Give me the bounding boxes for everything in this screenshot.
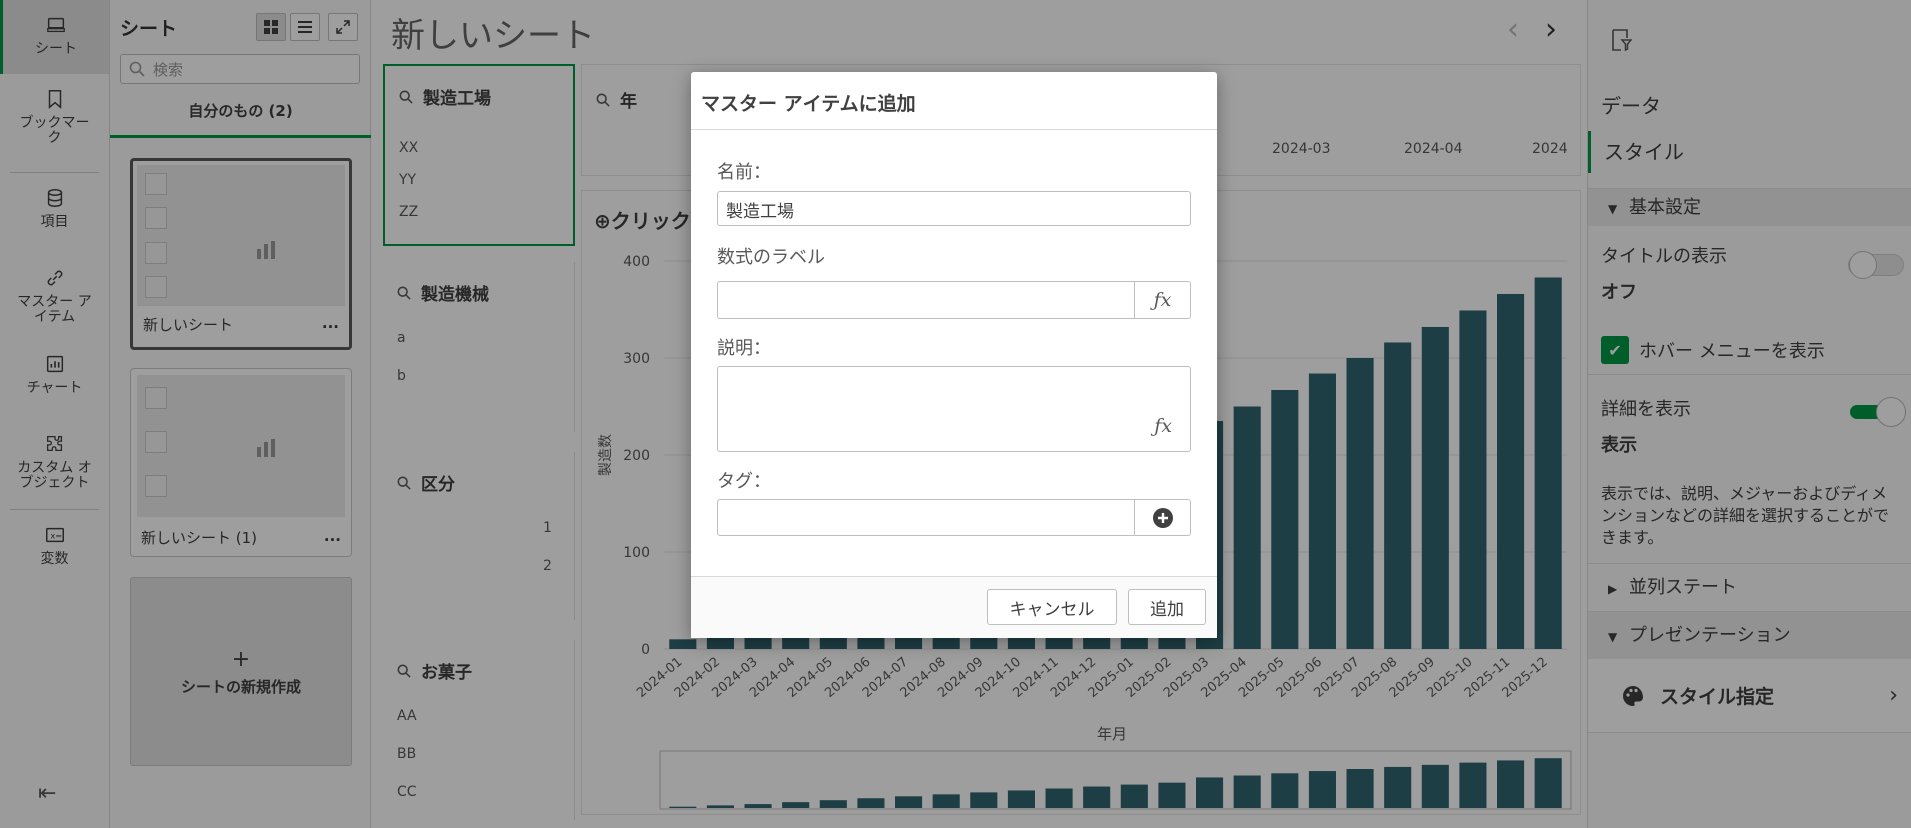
cancel-button[interactable]: キャンセル: [987, 589, 1117, 625]
add-button[interactable]: 追加: [1128, 589, 1206, 625]
name-label: 名前：: [717, 162, 771, 183]
expression-label-input[interactable]: ƒx: [717, 281, 1191, 319]
tag-input[interactable]: [717, 499, 1191, 536]
name-input-value: 製造工場: [726, 202, 794, 222]
dialog-title: マスター アイテムに追加: [691, 72, 1217, 130]
dialog-footer: キャンセル 追加: [691, 576, 1217, 638]
description-label: 説明：: [717, 338, 771, 359]
add-master-item-dialog: マスター アイテムに追加 名前： 製造工場 数式のラベル ƒx 説明： ƒx タ…: [691, 72, 1217, 638]
description-input[interactable]: ƒx: [717, 366, 1191, 452]
fx-icon[interactable]: ƒx: [1154, 415, 1172, 437]
fx-icon[interactable]: ƒx: [1134, 282, 1190, 318]
add-tag-button[interactable]: [1134, 500, 1190, 535]
tag-label: タグ：: [717, 471, 771, 492]
expression-label: 数式のラベル: [717, 247, 825, 268]
name-input[interactable]: 製造工場: [717, 191, 1191, 226]
plus-circle-icon: [1152, 507, 1173, 528]
